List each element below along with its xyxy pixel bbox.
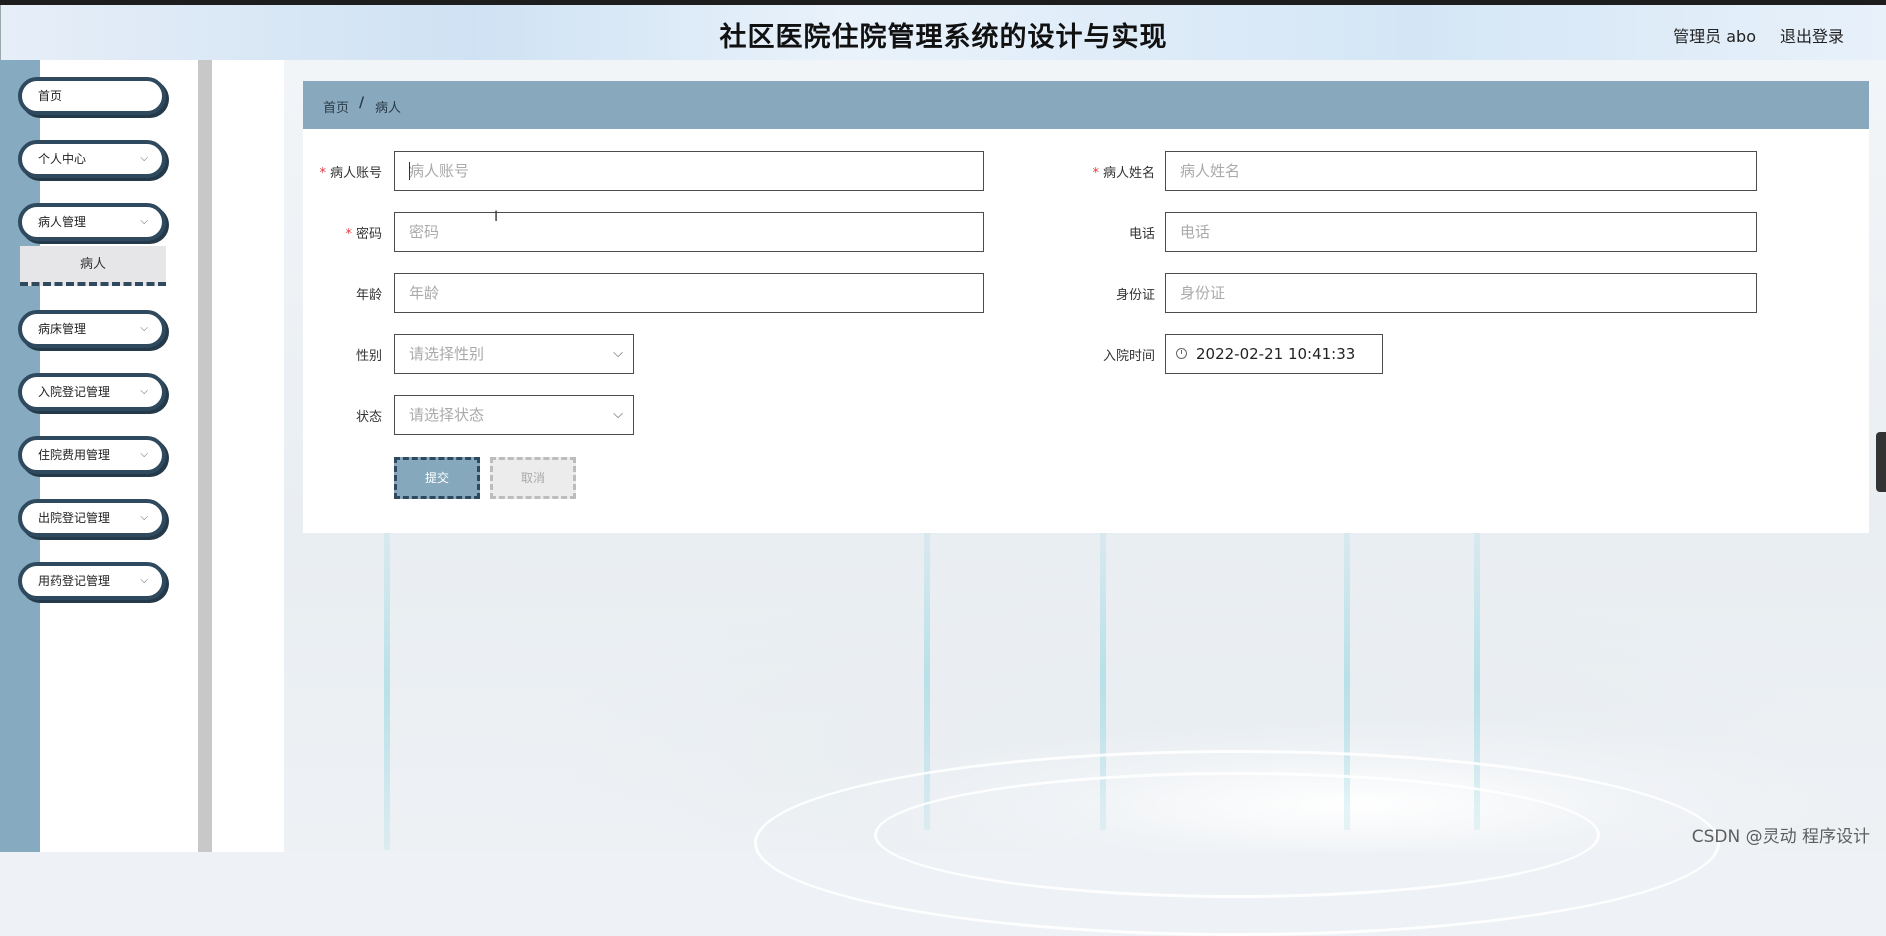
submit-button[interactable]: 提交: [394, 457, 480, 499]
password-placeholder: 密码: [409, 223, 440, 241]
breadcrumb-current: 病人: [375, 101, 402, 116]
sidebar-item-fees[interactable]: 住院费用管理 ⌵: [18, 436, 166, 474]
name-input[interactable]: 病人姓名: [1165, 151, 1757, 191]
status-label: 状态: [355, 410, 382, 425]
sidebar-item-label: 入院登记管理: [38, 385, 111, 399]
sidebar-item-label: 病人管理: [38, 215, 87, 229]
chevron-down-icon: ⌵: [140, 575, 148, 586]
chevron-down-icon: ⌵: [140, 216, 148, 227]
chevron-down-icon: ⌵: [140, 449, 148, 460]
gender-select[interactable]: 请选择性别 ⌵: [394, 334, 634, 374]
sidebar-item-medication[interactable]: 用药登记管理 ⌵: [18, 562, 166, 600]
password-input[interactable]: 密码: [394, 212, 984, 252]
admit-time-value: 2022-02-21 10:41:33: [1196, 345, 1356, 363]
idcard-input[interactable]: 身份证: [1165, 273, 1757, 313]
sidebar-item-label: 首页: [38, 89, 63, 103]
breadcrumb-separator: /: [359, 95, 365, 111]
sidebar-item-label: 出院登记管理: [38, 511, 111, 525]
gender-placeholder: 请选择性别: [409, 345, 485, 363]
sidebar-item-patients[interactable]: 病人管理 ⌵: [18, 203, 166, 241]
admit-time-label: 入院时间: [1102, 349, 1155, 364]
chevron-down-icon: ⌵: [613, 346, 623, 361]
name-label: * 病人姓名: [1092, 166, 1155, 181]
sidebar-item-label: 病床管理: [38, 322, 87, 336]
chevron-down-icon: ⌵: [140, 153, 148, 164]
idcard-label: 身份证: [1115, 288, 1155, 303]
sidebar-item-admission[interactable]: 入院登记管理 ⌵: [18, 373, 166, 411]
breadcrumb: 首页 / 病人: [303, 81, 1869, 129]
password-label: * 密码: [345, 227, 382, 242]
background-ring: [754, 750, 1720, 936]
sidebar-divider: [198, 60, 212, 852]
chevron-down-icon: ⌵: [140, 386, 148, 397]
phone-input[interactable]: 电话: [1165, 212, 1757, 252]
account-input[interactable]: 病人账号: [394, 151, 984, 191]
logout-link[interactable]: 退出登录: [1780, 23, 1844, 47]
text-cursor-icon: I: [494, 209, 499, 225]
content-gutter: [212, 60, 284, 852]
page-scrollbar[interactable]: [1876, 432, 1886, 492]
sidebar-item-label: 住院费用管理: [38, 448, 111, 462]
age-label: 年龄: [355, 288, 382, 303]
header: 社区医院住院管理系统的设计与实现 管理员 abo 退出登录: [0, 5, 1886, 60]
phone-placeholder: 电话: [1180, 223, 1211, 241]
clock-icon: [1176, 348, 1187, 359]
chevron-down-icon: ⌵: [613, 407, 623, 422]
account-label: * 病人账号: [319, 166, 382, 181]
required-mark: *: [345, 227, 352, 242]
status-placeholder: 请选择状态: [409, 406, 485, 424]
watermark: CSDN @灵动 程序设计: [1691, 827, 1870, 847]
age-input[interactable]: 年龄: [394, 273, 984, 313]
sidebar-item-discharge[interactable]: 出院登记管理 ⌵: [18, 499, 166, 537]
sidebar-item-label: 用药登记管理: [38, 574, 111, 588]
idcard-placeholder: 身份证: [1180, 284, 1226, 302]
background-pillar: [384, 530, 390, 850]
required-mark: *: [319, 166, 326, 181]
status-select[interactable]: 请选择状态 ⌵: [394, 395, 634, 435]
text-caret: [409, 162, 410, 180]
sidebar-item-profile[interactable]: 个人中心 ⌵: [18, 140, 166, 178]
required-mark: *: [1092, 166, 1099, 181]
current-user: 管理员 abo: [1673, 27, 1756, 46]
sidebar-item-beds[interactable]: 病床管理 ⌵: [18, 310, 166, 348]
page-title: 社区医院住院管理系统的设计与实现: [719, 22, 1168, 53]
gender-label: 性别: [355, 349, 382, 364]
account-placeholder: 病人账号: [409, 162, 470, 180]
admit-time-picker[interactable]: 2022-02-21 10:41:33: [1165, 334, 1383, 374]
breadcrumb-home[interactable]: 首页: [323, 97, 349, 116]
age-placeholder: 年龄: [409, 284, 440, 302]
chevron-down-icon: ⌵: [140, 512, 148, 523]
sidebar-item-label: 个人中心: [38, 152, 87, 166]
name-placeholder: 病人姓名: [1180, 162, 1241, 180]
cancel-button[interactable]: 取消: [490, 457, 576, 499]
phone-label: 电话: [1128, 227, 1155, 242]
sidebar-item-home[interactable]: 首页: [18, 77, 166, 115]
sidebar-subitem-patient[interactable]: 病人: [20, 246, 166, 286]
chevron-down-icon: ⌵: [140, 323, 148, 334]
